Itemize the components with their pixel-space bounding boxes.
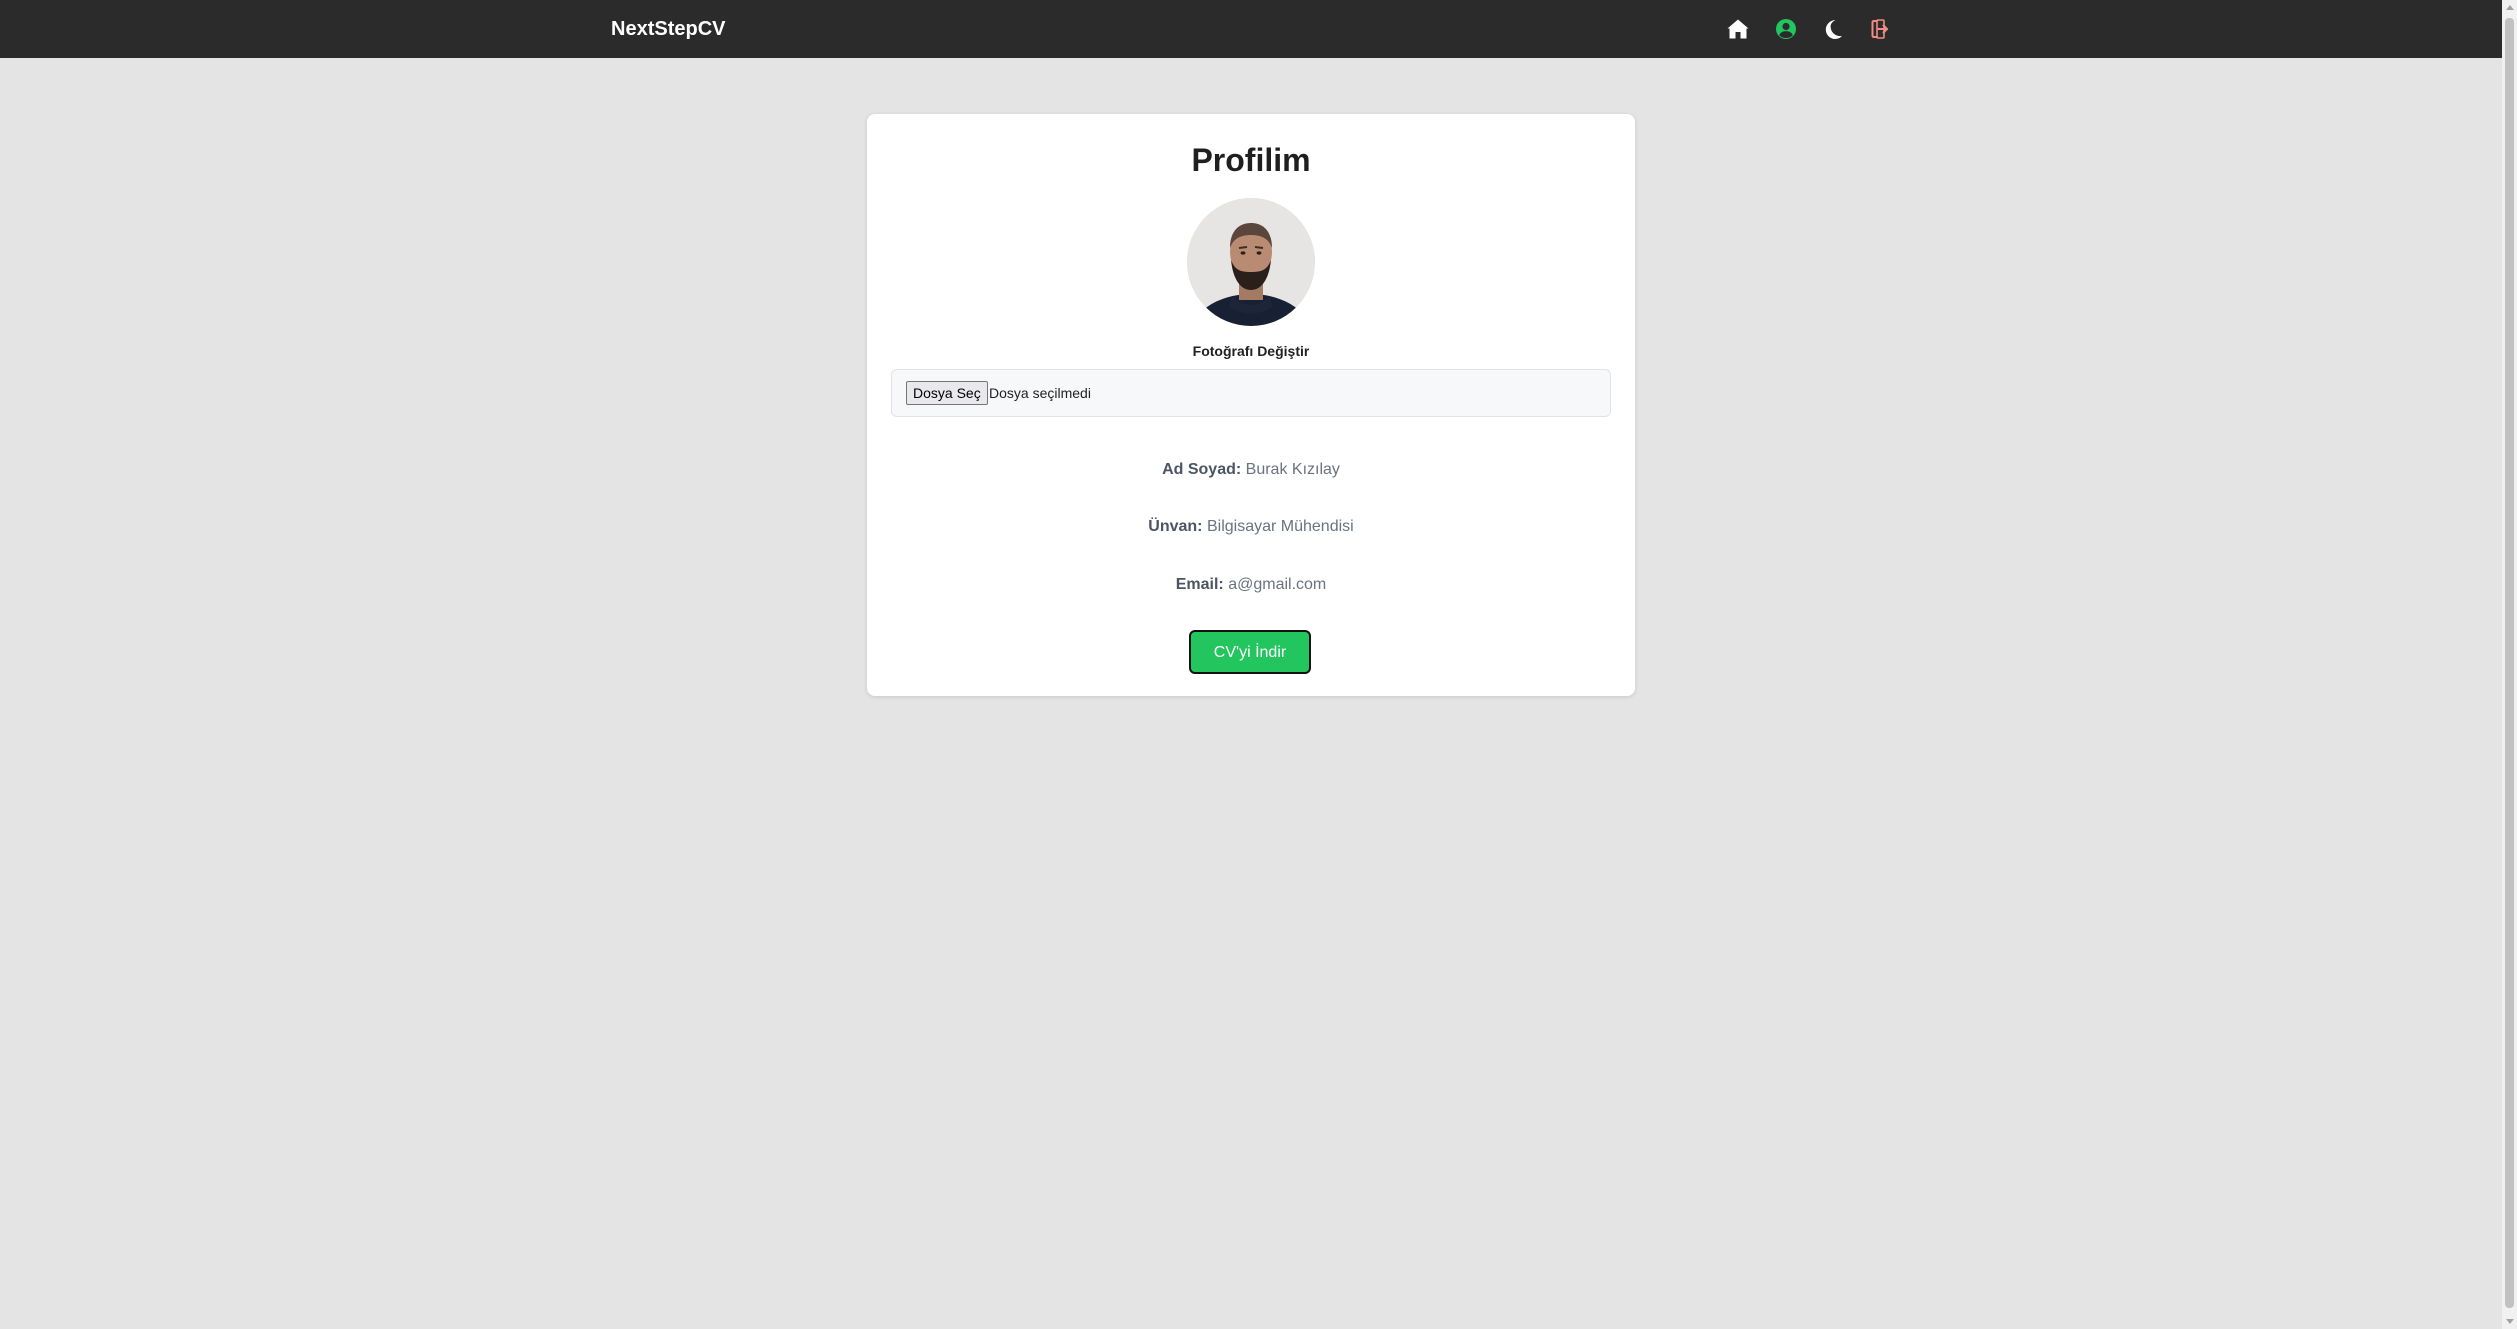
info-row-email: Email: a@gmail.com bbox=[867, 575, 1635, 595]
profile-card: Profilim Fotoğrafı Değiştir Dosya Seç Do… bbox=[867, 114, 1635, 696]
page-scrollbar[interactable] bbox=[2502, 0, 2517, 1329]
info-row-fullname: Ad Soyad: Burak Kızılay bbox=[867, 460, 1635, 480]
logout-icon[interactable] bbox=[1868, 17, 1892, 41]
scroll-up-arrow-icon[interactable] bbox=[2506, 5, 2514, 10]
avatar-photo bbox=[1187, 198, 1315, 326]
photo-file-input[interactable]: Dosya Seç Dosya seçilmedi bbox=[891, 369, 1611, 417]
email-label: Email: bbox=[1175, 576, 1224, 593]
page: NextStepCV Profilim Fotoğrafı Değiştir D… bbox=[0, 0, 2517, 1329]
home-icon[interactable] bbox=[1726, 17, 1750, 41]
job-title-value: Bilgisayar Mühendisi bbox=[1206, 518, 1354, 535]
fullname-value: Burak Kızılay bbox=[1245, 461, 1340, 478]
download-cv-button[interactable]: CV'yi İndir bbox=[1189, 630, 1311, 674]
scrollbar-thumb[interactable] bbox=[2505, 18, 2514, 1308]
change-photo-label: Fotoğrafı Değiştir bbox=[1192, 343, 1310, 359]
choose-file-button[interactable]: Dosya Seç bbox=[906, 381, 988, 405]
job-title-label: Ünvan: bbox=[1148, 518, 1203, 535]
page-title: Profilim bbox=[1191, 142, 1311, 178]
avatar bbox=[1187, 198, 1315, 326]
info-row-title: Ünvan: Bilgisayar Mühendisi bbox=[867, 517, 1635, 537]
moon-icon[interactable] bbox=[1821, 17, 1845, 41]
scroll-down-arrow-icon[interactable] bbox=[2506, 1319, 2514, 1324]
user-circle-icon[interactable] bbox=[1774, 17, 1798, 41]
top-navbar: NextStepCV bbox=[0, 0, 2502, 58]
brand-logo-text[interactable]: NextStepCV bbox=[611, 16, 725, 42]
file-status-text: Dosya seçilmedi bbox=[989, 385, 1091, 401]
email-value: a@gmail.com bbox=[1228, 576, 1327, 593]
fullname-label: Ad Soyad: bbox=[1162, 461, 1242, 478]
